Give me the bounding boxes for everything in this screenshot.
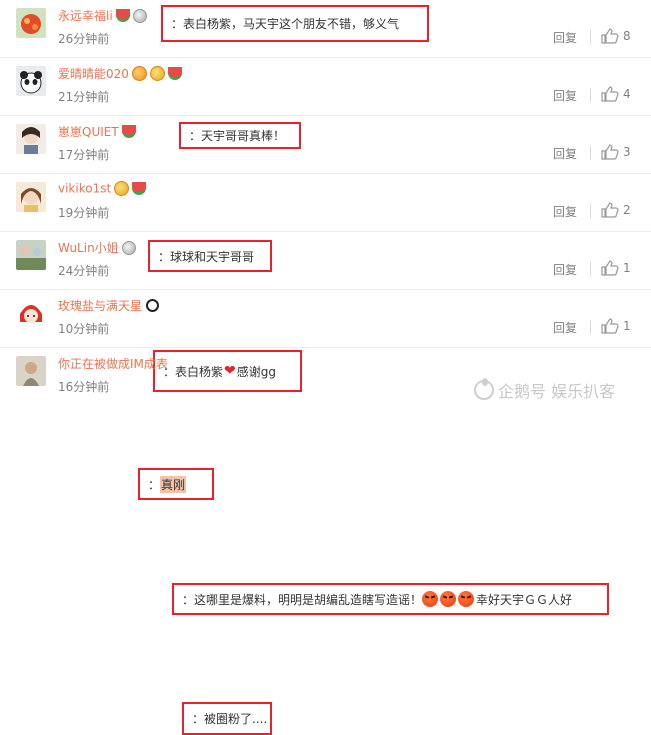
thumbs-up-icon (601, 260, 619, 276)
username-link[interactable]: vikiko1st (58, 182, 111, 196)
username-link[interactable]: 爱晴晴能020 (58, 67, 129, 81)
like-count: 2 (623, 203, 631, 217)
fan-badge-icon (131, 66, 147, 81)
like-count: 8 (623, 29, 631, 43)
name-line: 永远幸福li (58, 7, 147, 27)
watermelon-badge-icon (121, 125, 136, 138)
comment-row: WuLin小姐 ：真刚 24分钟前 回复 1 (0, 232, 651, 500)
watermark-text: 企鹅号 娱乐扒客 (498, 382, 616, 401)
comment-row: 玫瑰盐与满天星 ：这哪里是爆料，明明是胡编乱造瞎写造谣！ 幸好天宇ＧＧ人好 10分… (0, 290, 651, 615)
name-line: vikiko1st (58, 181, 147, 201)
username-link[interactable]: 玫瑰盐与满天星 (58, 299, 142, 313)
like-count: 3 (623, 145, 631, 159)
silver-medal-icon (121, 240, 136, 255)
timestamp: 19分钟前 (58, 206, 110, 220)
comment-text-box: ：真刚 (138, 468, 214, 500)
avatar[interactable] (16, 8, 46, 38)
angry-face-icon (440, 591, 457, 607)
comment-text: 表白杨紫，马天宇这个朋友不错，够义气 (183, 17, 400, 31)
watermelon-badge-icon (167, 67, 182, 80)
crown-badge-icon (149, 66, 165, 81)
silver-medal-icon (132, 8, 147, 23)
comment-row: 永远幸福li ：表白杨紫，马天宇这个朋友不错，够义气 26分钟前 回复 8 (0, 0, 651, 58)
divider (590, 262, 591, 276)
avatar[interactable] (16, 356, 46, 386)
divider (590, 146, 591, 160)
comment-text: 幸好天宇ＧＧ人好 (476, 592, 573, 607)
timestamp: 10分钟前 (58, 322, 110, 336)
timestamp: 17分钟前 (58, 148, 110, 162)
comment-text: 被圈粉了.... (204, 712, 268, 726)
reply-button[interactable]: 回复 (553, 87, 577, 104)
like-button[interactable]: 1 (601, 317, 641, 337)
crown-badge-icon (114, 181, 130, 196)
reply-button[interactable]: 回复 (553, 203, 577, 220)
like-count: 4 (623, 87, 631, 101)
divider (590, 30, 591, 44)
like-button[interactable]: 8 (601, 27, 641, 47)
reply-button[interactable]: 回复 (553, 29, 577, 46)
name-line: WuLin小姐 (58, 239, 136, 259)
watermelon-badge-icon (132, 182, 147, 195)
comment-text: 这哪里是爆料，明明是胡编乱造瞎写造谣！ (194, 592, 423, 607)
angry-face-icon (422, 591, 439, 607)
panda-badge-icon (146, 299, 160, 312)
reply-button[interactable]: 回复 (553, 319, 577, 336)
avatar[interactable] (16, 182, 46, 212)
name-line: 玫瑰盐与满天星 (58, 297, 160, 317)
like-button[interactable]: 3 (601, 143, 641, 163)
like-button[interactable]: 2 (601, 201, 641, 221)
avatar[interactable] (16, 124, 46, 154)
like-button[interactable]: 1 (601, 259, 641, 279)
thumbs-up-icon (601, 202, 619, 218)
thumbs-up-icon (601, 28, 619, 44)
comment-row: 崽崽QUIET ：球球和天宇哥哥 17分钟前 回复 3 (0, 116, 651, 272)
name-line: 爱晴晴能020 (58, 65, 182, 85)
angry-face-icon (458, 591, 475, 607)
timestamp: 21分钟前 (58, 90, 110, 104)
like-count: 1 (623, 261, 631, 275)
timestamp: 16分钟前 (58, 380, 110, 394)
username-link[interactable]: WuLin小姐 (58, 241, 119, 255)
divider (590, 204, 591, 218)
comment-row: 爱晴晴能020 ：天宇哥哥真棒！ 21分钟前 回复 4 (0, 58, 651, 149)
name-line: 你正在被做成IM成表 (58, 355, 168, 375)
comment-text-box: ：被圈粉了.... (182, 702, 272, 735)
username-link[interactable]: 崽崽QUIET (58, 125, 119, 139)
divider (590, 320, 591, 334)
username-link[interactable]: 永远幸福li (58, 9, 113, 23)
divider (590, 88, 591, 102)
username-link[interactable]: 你正在被做成IM成表 (58, 357, 168, 371)
timestamp: 24分钟前 (58, 264, 110, 278)
name-line: 崽崽QUIET (58, 123, 136, 143)
avatar[interactable] (16, 66, 46, 96)
reply-button[interactable]: 回复 (553, 145, 577, 162)
comment-text-box: ：这哪里是爆料，明明是胡编乱造瞎写造谣！ 幸好天宇ＧＧ人好 (172, 583, 609, 615)
watermelon-badge-icon (115, 9, 130, 22)
thumbs-up-icon (601, 144, 619, 160)
comment-text: 真刚 (160, 475, 187, 493)
avatar[interactable] (16, 298, 46, 328)
thumbs-up-icon (601, 318, 619, 334)
comment-row: vikiko1st ：表白杨紫 ❤ 感谢gg 19分钟前 回复 2 (0, 174, 651, 392)
thumbs-up-icon (601, 86, 619, 102)
comment-text-box: ：表白杨紫，马天宇这个朋友不错，够义气 (161, 5, 429, 42)
reply-button[interactable]: 回复 (553, 261, 577, 278)
avatar[interactable] (16, 240, 46, 270)
like-count: 1 (623, 319, 631, 333)
penguin-logo-icon (474, 378, 494, 400)
timestamp: 26分钟前 (58, 32, 110, 46)
like-button[interactable]: 4 (601, 85, 641, 105)
watermark: 企鹅号 娱乐扒客 (474, 378, 615, 402)
